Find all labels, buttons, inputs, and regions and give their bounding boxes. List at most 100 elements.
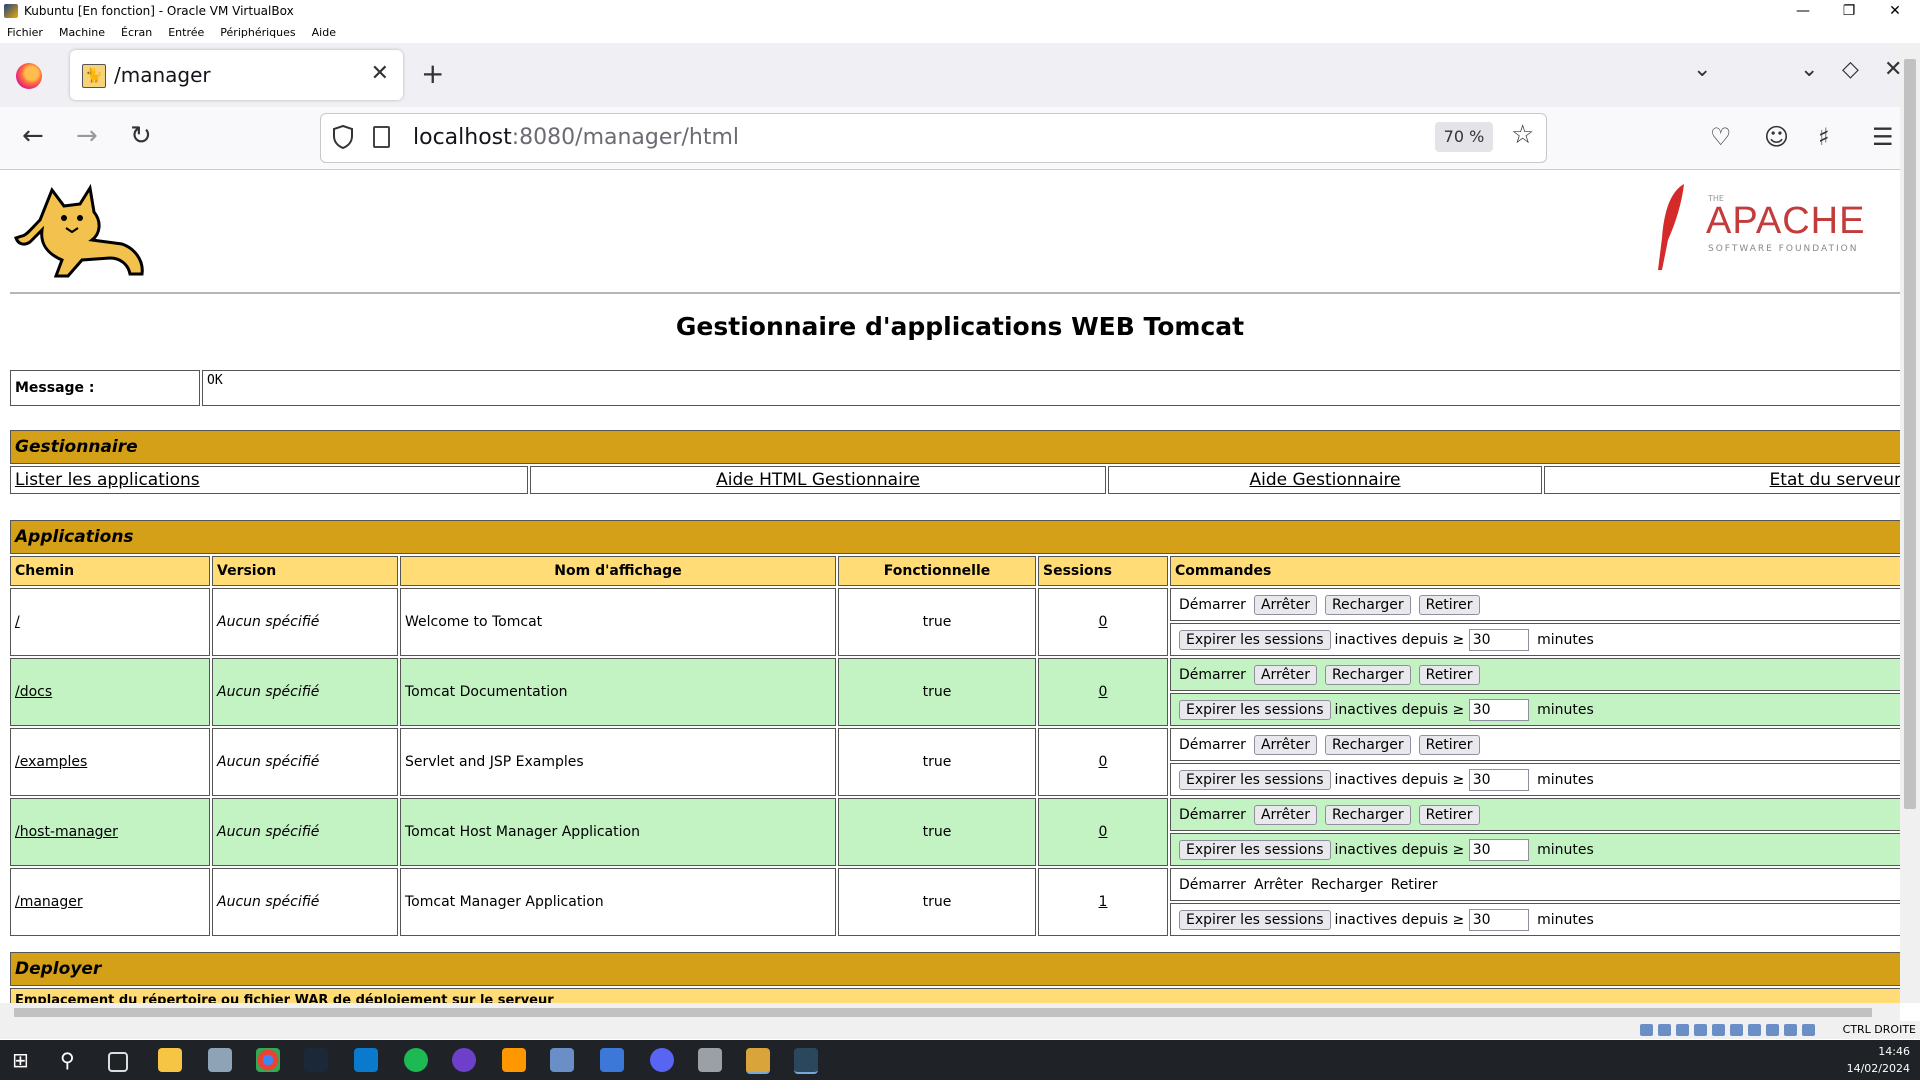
- reload-icon[interactable]: ↻: [130, 121, 152, 151]
- hdd-icon[interactable]: [1640, 1024, 1653, 1036]
- menu-icon[interactable]: ☰: [1872, 123, 1894, 151]
- app-icon-1[interactable]: [208, 1048, 232, 1072]
- vbox-menubar: Fichier Machine Écran Entrée Périphériqu…: [0, 22, 1920, 42]
- kubuntu-vm-icon[interactable]: [746, 1048, 770, 1074]
- optical-icon[interactable]: [1658, 1024, 1671, 1036]
- app-icon-2[interactable]: [550, 1048, 574, 1072]
- recording-icon[interactable]: [1766, 1024, 1779, 1036]
- app-path-link[interactable]: /manager: [15, 894, 83, 910]
- task-view-icon[interactable]: [108, 1052, 128, 1072]
- app-sessions-link[interactable]: 1: [1099, 894, 1108, 910]
- discord-icon[interactable]: [650, 1048, 674, 1072]
- forward-icon[interactable]: →: [76, 121, 98, 151]
- extensions-icon[interactable]: ♯: [1818, 123, 1830, 151]
- undeploy-button[interactable]: Retirer: [1418, 804, 1480, 825]
- html-manager-help-link[interactable]: Aide HTML Gestionnaire: [716, 470, 920, 490]
- reload-button[interactable]: Recharger: [1324, 664, 1411, 685]
- url-text[interactable]: localhost:8080/manager/html: [413, 125, 739, 150]
- calendar-icon[interactable]: [600, 1048, 624, 1072]
- mouse-icon[interactable]: [1802, 1024, 1815, 1036]
- new-tab-icon[interactable]: +: [421, 60, 444, 88]
- app-path-link[interactable]: /examples: [15, 754, 87, 770]
- page-info-icon[interactable]: [373, 126, 390, 148]
- menu-peripheriques[interactable]: Périphériques: [213, 26, 304, 39]
- spotify-icon[interactable]: [404, 1048, 428, 1072]
- idle-minutes-input[interactable]: [1468, 768, 1529, 791]
- chevron-down-icon[interactable]: ⌄: [1800, 57, 1818, 82]
- file-explorer-icon[interactable]: [158, 1048, 182, 1072]
- menu-ecran[interactable]: Écran: [114, 26, 161, 39]
- search-icon[interactable]: ⚲: [60, 1048, 84, 1072]
- windows-taskbar: ⊞ ⚲ 14:46 14/02/2024: [0, 1040, 1920, 1080]
- account-icon[interactable]: ☺: [1764, 123, 1789, 151]
- idle-minutes-input[interactable]: [1468, 698, 1529, 721]
- stop-button[interactable]: Arrêter: [1253, 664, 1317, 685]
- menu-aide[interactable]: Aide: [305, 26, 345, 39]
- vertical-scrollbar[interactable]: [1900, 43, 1920, 1003]
- horizontal-scroll-thumb[interactable]: [14, 1008, 1872, 1017]
- undeploy-button[interactable]: Retirer: [1418, 734, 1480, 755]
- idle-minutes-input[interactable]: [1468, 908, 1529, 931]
- expire-sessions-button[interactable]: Expirer les sessions: [1179, 629, 1331, 650]
- list-applications-link[interactable]: Lister les applications: [15, 470, 200, 490]
- expire-sessions-button[interactable]: Expirer les sessions: [1179, 699, 1331, 720]
- sublime-text-icon[interactable]: [502, 1048, 526, 1072]
- app-path-link[interactable]: /docs: [15, 684, 52, 700]
- manager-help-link[interactable]: Aide Gestionnaire: [1249, 470, 1400, 490]
- col-header-running: Fonctionnelle: [838, 556, 1036, 586]
- pocket-icon[interactable]: ♡: [1710, 123, 1732, 151]
- server-status-link[interactable]: Etat du serveur: [1770, 470, 1900, 490]
- steam-icon[interactable]: [304, 1048, 328, 1072]
- app-sessions-link[interactable]: 0: [1099, 824, 1108, 840]
- vscode-icon[interactable]: [354, 1048, 378, 1072]
- app-sessions-link[interactable]: 0: [1099, 614, 1108, 630]
- idle-minutes-input[interactable]: [1468, 838, 1529, 861]
- zoom-level[interactable]: 70 %: [1435, 122, 1493, 152]
- bookmark-star-icon[interactable]: ☆: [1511, 120, 1534, 150]
- expire-sessions-button[interactable]: Expirer les sessions: [1179, 839, 1331, 860]
- diamond-icon[interactable]: ◇: [1842, 57, 1859, 82]
- expire-sessions-button[interactable]: Expirer les sessions: [1179, 909, 1331, 930]
- windows-start-icon[interactable]: ⊞: [12, 1048, 36, 1072]
- address-bar[interactable]: localhost:8080/manager/html 70 % ☆: [320, 113, 1547, 163]
- shared-folder-icon[interactable]: [1730, 1024, 1743, 1036]
- app-path-link[interactable]: /: [15, 614, 20, 630]
- app-sessions-link[interactable]: 0: [1099, 684, 1108, 700]
- idle-minutes-input[interactable]: [1468, 628, 1529, 651]
- restore-icon[interactable]: ❐: [1826, 0, 1872, 22]
- vertical-scroll-thumb[interactable]: [1904, 59, 1916, 809]
- virtualbox-taskbar-icon[interactable]: [698, 1048, 722, 1072]
- reload-button[interactable]: Recharger: [1324, 594, 1411, 615]
- undeploy-button[interactable]: Retirer: [1418, 664, 1480, 685]
- firefox-view-icon[interactable]: [16, 63, 42, 89]
- tab-close-icon[interactable]: ✕: [371, 61, 389, 86]
- reload-button[interactable]: Recharger: [1324, 734, 1411, 755]
- github-desktop-icon[interactable]: [452, 1048, 476, 1072]
- menu-entree[interactable]: Entrée: [161, 26, 213, 39]
- display-icon[interactable]: [1748, 1024, 1761, 1036]
- tab-manager[interactable]: 🐈 /manager ✕: [70, 50, 403, 100]
- stop-button[interactable]: Arrêter: [1253, 734, 1317, 755]
- audio-icon[interactable]: [1676, 1024, 1689, 1036]
- list-tabs-icon[interactable]: ⌄: [1693, 57, 1711, 82]
- usb-icon[interactable]: [1712, 1024, 1725, 1036]
- close-window-icon[interactable]: ✕: [1872, 0, 1918, 22]
- reload-button[interactable]: Recharger: [1324, 804, 1411, 825]
- system-clock[interactable]: 14:46 14/02/2024: [1847, 1043, 1910, 1077]
- chrome-icon[interactable]: [256, 1048, 280, 1072]
- back-icon[interactable]: ←: [22, 121, 44, 151]
- expire-sessions-button[interactable]: Expirer les sessions: [1179, 769, 1331, 790]
- tracking-shield-icon[interactable]: [333, 125, 353, 149]
- cpu-icon[interactable]: [1784, 1024, 1797, 1036]
- app-sessions-link[interactable]: 0: [1099, 754, 1108, 770]
- menu-machine[interactable]: Machine: [52, 26, 114, 39]
- stop-button[interactable]: Arrêter: [1253, 594, 1317, 615]
- steam-running-icon[interactable]: [794, 1048, 818, 1074]
- minimize-icon[interactable]: —: [1780, 0, 1826, 22]
- app-path-link[interactable]: /host-manager: [15, 824, 118, 840]
- horizontal-scrollbar[interactable]: [0, 1003, 1900, 1021]
- menu-fichier[interactable]: Fichier: [0, 26, 52, 39]
- stop-button[interactable]: Arrêter: [1253, 804, 1317, 825]
- undeploy-button[interactable]: Retirer: [1418, 594, 1480, 615]
- network-icon[interactable]: [1694, 1024, 1707, 1036]
